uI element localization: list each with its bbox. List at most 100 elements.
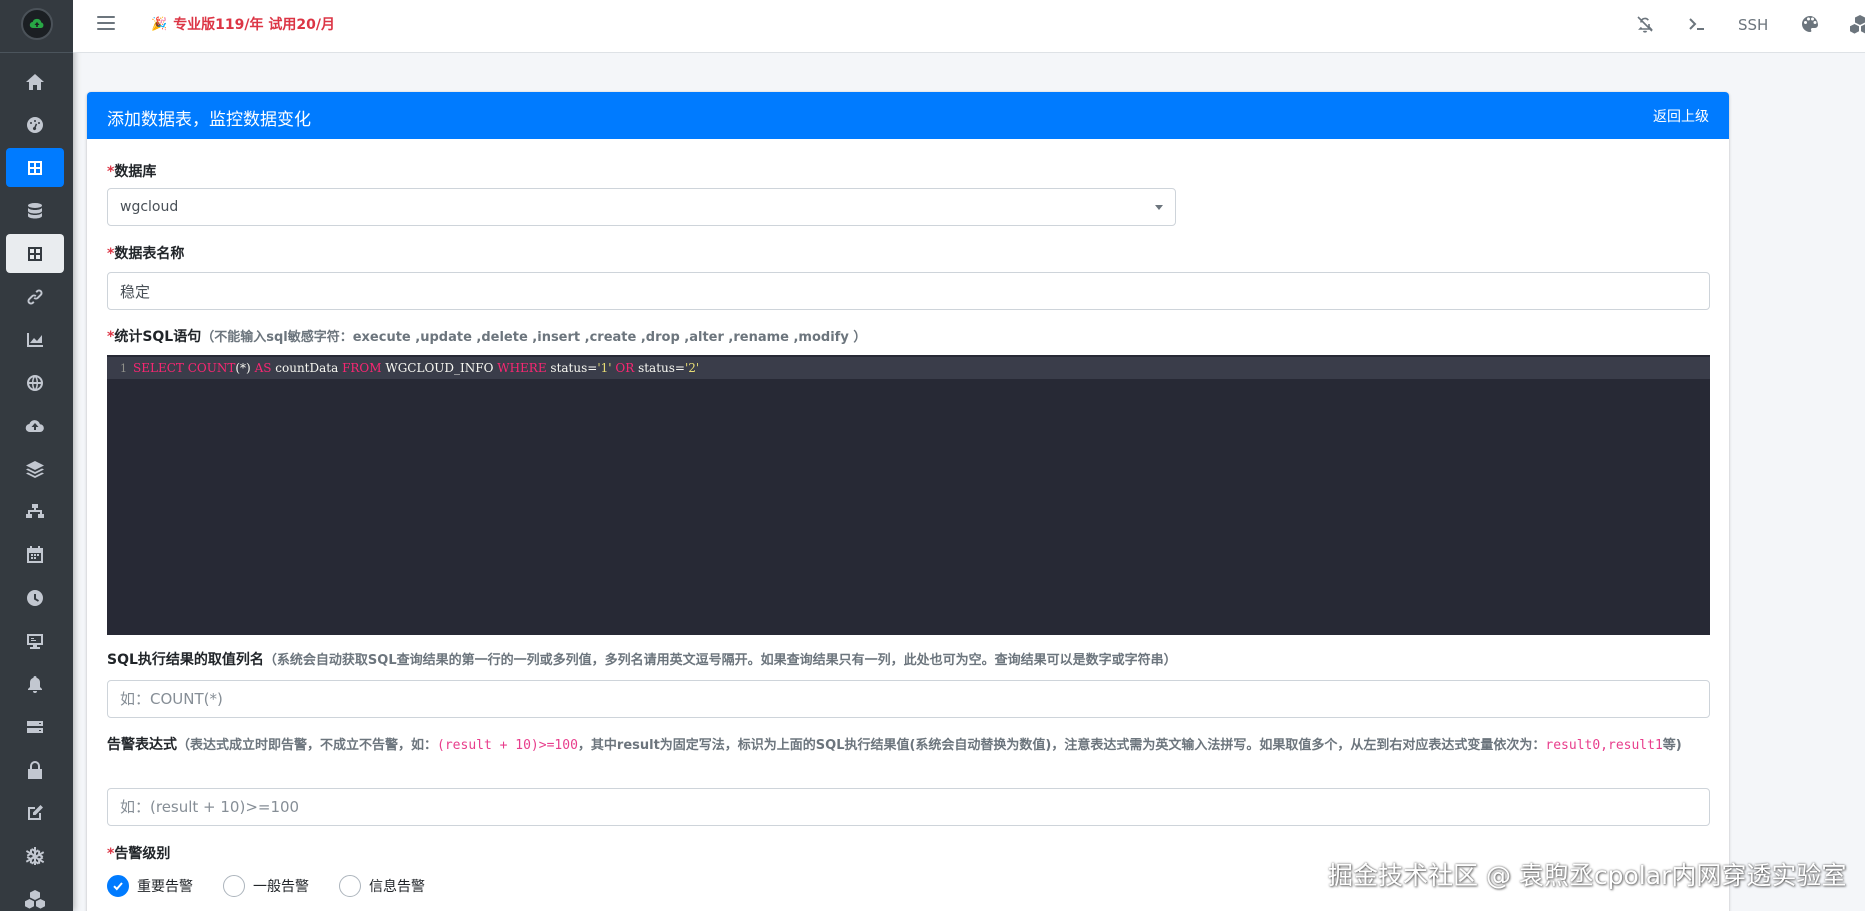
alarm-expr-hint-a: （表达式成立时即告警，不成立不告警，如： [177, 738, 438, 753]
sidebar-item-network[interactable] [6, 363, 64, 402]
database-icon [28, 202, 42, 218]
sidebar-item-calendar[interactable] [6, 535, 64, 574]
globe-icon [27, 374, 43, 391]
home-icon [26, 73, 44, 90]
radio-important[interactable]: 重要告警 [107, 875, 193, 897]
watermark-text: 掘金技术社区 @ 袁煦丞cpolar内网穿透实验室 [1328, 861, 1847, 890]
sql-hint: （不能输入sql敏感字符：execute ,update ,delete ,in… [201, 330, 867, 345]
party-popper-icon: 🎉 [151, 16, 168, 32]
sidebar-item-servers[interactable] [6, 707, 64, 746]
alarm-level-label-text: 告警级别 [114, 846, 171, 862]
radio-info[interactable]: 信息告警 [339, 875, 425, 897]
terminal-button[interactable] [1687, 14, 1707, 34]
terminal-icon [1689, 18, 1704, 30]
chevron-down-icon [1155, 205, 1163, 210]
cubes-icon [1850, 15, 1865, 34]
area-chart-icon [27, 332, 43, 347]
clock-icon [27, 589, 43, 606]
sidebar-item-screen[interactable] [6, 621, 64, 660]
sidebar-item-upload[interactable] [6, 406, 64, 445]
editor-active-line: 1 SELECT COUNT(*) AS countData FROM WGCL… [107, 357, 1710, 379]
sidebar-item-tables-active[interactable] [6, 148, 64, 187]
snowflake-icon [25, 846, 45, 865]
sidebar-item-plugins[interactable] [6, 879, 64, 911]
lock-icon [28, 760, 42, 779]
sidebar-item-schedule[interactable] [6, 578, 64, 617]
result-column-hint: （系统会自动获取SQL查询结果的第一行的一列或多列值，多列名请用英文逗号隔开。如… [263, 653, 1177, 668]
sidebar-item-topology[interactable] [6, 492, 64, 531]
sidebar-item-home[interactable] [6, 62, 64, 101]
table-name-label-text: 数据表名称 [114, 246, 185, 262]
sql-code-editor[interactable]: 1 SELECT COUNT(*) AS countData FROM WGCL… [107, 355, 1710, 635]
table-icon [28, 160, 42, 175]
ssh-button[interactable]: SSH [1738, 16, 1768, 34]
sidebar-item-database[interactable] [6, 191, 64, 230]
sql-label-text: 统计SQL语句 [114, 329, 202, 345]
sidebar-item-security[interactable] [6, 750, 64, 789]
result-column-label: SQL执行结果的取值列名（系统会自动获取SQL查询结果的第一行的一列或多列值，多… [107, 649, 1177, 669]
sidebar-item-datatable[interactable] [6, 234, 64, 273]
page-title: 添加数据表，监控数据变化 [107, 110, 311, 130]
radio-unchecked-icon[interactable] [339, 875, 361, 897]
add-datatable-card: 添加数据表，监控数据变化 返回上级 *数据库 wgcloud *数据表名称 *统… [87, 92, 1729, 911]
table-icon [28, 246, 42, 261]
top-navbar: 🎉 专业版119/年 试用20/月 SSH [73, 0, 1865, 53]
theme-button[interactable] [1800, 14, 1820, 34]
alarm-expr-label-text: 告警表达式 [107, 737, 177, 753]
result-column-label-text: SQL执行结果的取值列名 [107, 652, 264, 668]
radio-label: 信息告警 [369, 879, 425, 895]
alarm-expr-hint-b: ，其中result为固定写法，标识为上面的SQL执行结果值(系统会自动替换为数值… [577, 738, 1546, 753]
alarm-expr-input[interactable] [107, 788, 1710, 826]
sidebar-divider [0, 52, 73, 53]
radio-checked-icon[interactable] [107, 875, 129, 897]
link-icon [27, 288, 43, 305]
promo-text: 专业版119/年 试用20/月 [173, 17, 335, 33]
radio-label: 重要告警 [137, 879, 193, 895]
edit-icon [28, 804, 43, 820]
palette-icon [1802, 16, 1818, 32]
gauge-icon [27, 116, 43, 133]
bell-slash-icon [1637, 16, 1653, 33]
bell-icon [28, 675, 42, 693]
sidebar-item-dashboard[interactable] [6, 105, 64, 144]
alarm-expr-hint-c: 等) [1662, 738, 1682, 753]
table-name-label: *数据表名称 [107, 243, 184, 263]
cloud-logo-icon[interactable] [21, 8, 53, 40]
alarm-level-radio-group: 重要告警 一般告警 信息告警 [107, 875, 455, 897]
back-link[interactable]: 返回上级 [1653, 106, 1709, 126]
sidebar-item-charts[interactable] [6, 320, 64, 359]
calendar-icon [27, 545, 43, 563]
cloud-upload-icon [25, 419, 44, 432]
result-column-input[interactable] [107, 680, 1710, 718]
line-number: 1 [120, 361, 127, 375]
alarm-expr-label: 告警表达式（表达式成立时即告警，不成立不告警，如：(result + 10)>=… [107, 733, 1710, 758]
sitemap-icon [26, 503, 44, 518]
sidebar [0, 0, 73, 911]
sidebar-item-settings[interactable] [6, 836, 64, 875]
radio-unchecked-icon[interactable] [223, 875, 245, 897]
database-label-text: 数据库 [114, 164, 157, 180]
layers-icon [26, 460, 44, 478]
radio-normal[interactable]: 一般告警 [223, 875, 309, 897]
promo-link[interactable]: 🎉 专业版119/年 试用20/月 [151, 14, 335, 34]
card-header: 添加数据表，监控数据变化 返回上级 [87, 92, 1729, 139]
table-name-input[interactable] [107, 272, 1710, 310]
database-select[interactable]: wgcloud [107, 188, 1176, 226]
radio-label: 一般告警 [253, 879, 309, 895]
hamburger-menu-icon[interactable] [97, 16, 115, 34]
sql-label: *统计SQL语句（不能输入sql敏感字符：execute ,update ,de… [107, 326, 866, 346]
server-icon [27, 720, 43, 733]
monitor-icon [27, 633, 43, 649]
sidebar-item-alerts[interactable] [6, 664, 64, 703]
sidebar-item-layers[interactable] [6, 449, 64, 488]
sidebar-item-edit[interactable] [6, 793, 64, 832]
sidebar-item-links[interactable] [6, 277, 64, 316]
alarm-expr-vars: result0,result1 [1545, 738, 1663, 753]
more-button[interactable] [1850, 14, 1865, 34]
database-select-value: wgcloud [120, 199, 179, 215]
sql-code: SELECT COUNT(*) AS countData FROM WGCLOU… [133, 361, 700, 375]
alarm-level-label: *告警级别 [107, 843, 170, 863]
cubes-icon [25, 889, 45, 909]
database-label: *数据库 [107, 161, 156, 181]
alert-off-button[interactable] [1635, 14, 1655, 34]
